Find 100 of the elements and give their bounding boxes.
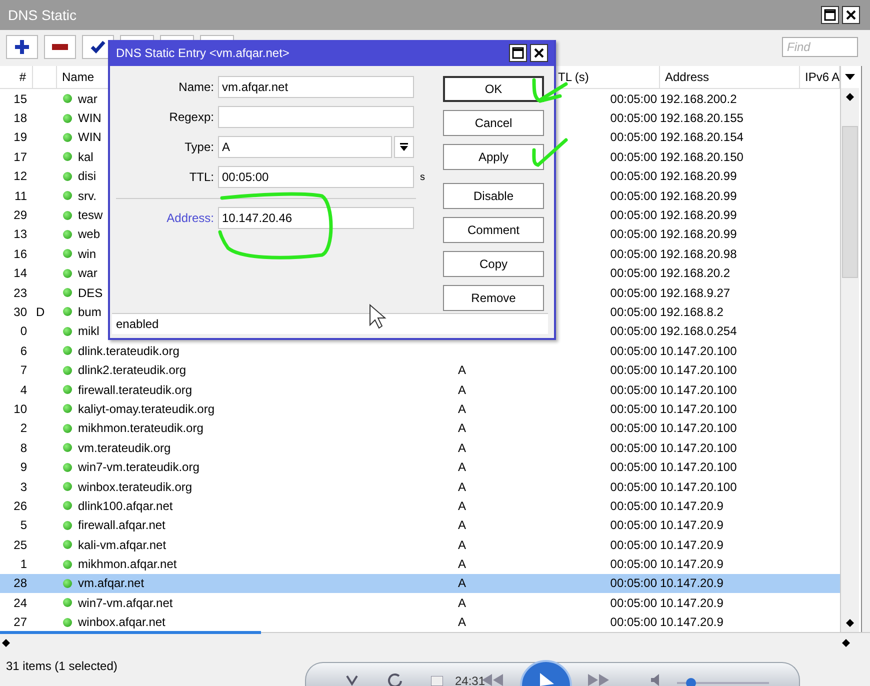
ttl-cell-text: 00:05:00 <box>609 382 658 397</box>
address-cell-text: 10.147.20.9 <box>660 518 724 532</box>
column-header[interactable]: IPv6 A <box>805 70 840 84</box>
ttl-cell-text: 00:05:00 <box>609 286 658 300</box>
dropdown-button[interactable] <box>394 136 414 158</box>
ttl-cell-text: 00:05:00 <box>609 266 658 280</box>
input-field[interactable]: 00:05:00 <box>218 166 414 188</box>
close-button[interactable] <box>842 6 860 24</box>
check-icon <box>90 40 106 54</box>
name-cell: vm.terateudik.org <box>78 440 171 455</box>
name-cell: winbox.terateudik.org <box>78 480 192 494</box>
repeat-icon[interactable] <box>387 672 403 686</box>
address-cell-text: 10.147.20.9 <box>660 538 724 552</box>
ttl-cell-text: 00:05:00 <box>609 440 658 455</box>
dialog-button[interactable]: Cancel <box>443 110 544 136</box>
select-field[interactable]: A <box>218 136 392 158</box>
type-cell-text: A <box>457 480 468 494</box>
address-cell-text: 192.168.20.99 <box>660 169 738 184</box>
type-cell-text: A <box>457 363 468 378</box>
scroll-right-icon[interactable] <box>842 639 850 647</box>
ttl-cell-text: 00:05:00 <box>609 188 658 203</box>
address-cell-text: 192.168.20.99 <box>660 227 738 242</box>
scroll-down-icon[interactable] <box>846 619 854 627</box>
row-number: 30 <box>12 304 28 319</box>
dropdown-icon <box>400 142 408 152</box>
name-cell: web <box>78 227 100 242</box>
row-number: 27 <box>12 615 28 630</box>
name-cell: win <box>78 246 96 261</box>
stop-icon[interactable] <box>431 676 443 686</box>
field-label: Regexp: <box>168 110 215 124</box>
ttl-cell-text: 00:05:00 <box>609 421 658 436</box>
type-cell-text: A <box>457 576 468 590</box>
close-button[interactable] <box>530 44 548 62</box>
row-number: 9 <box>19 460 28 474</box>
add-button[interactable] <box>6 35 38 59</box>
ttl-cell-text: 00:05:00 <box>609 208 658 222</box>
name-cell: bum <box>78 304 102 319</box>
row-number: 26 <box>12 498 28 513</box>
address-cell-text: 192.168.20.98 <box>660 246 738 261</box>
remove-button[interactable] <box>44 35 76 59</box>
volume-icon[interactable] <box>650 674 662 686</box>
time-label: 24:31 <box>455 674 486 686</box>
dialog-title: DNS Static Entry <vm.afqar.net> <box>116 46 290 60</box>
name-cell: DES <box>78 286 103 300</box>
maximize-button[interactable] <box>509 44 527 62</box>
ttl-cell-text: 00:05:00 <box>609 130 658 144</box>
input-field[interactable]: 10.147.20.46 <box>218 207 414 229</box>
row-number: 29 <box>12 208 28 222</box>
type-cell-text: A <box>457 498 468 513</box>
find-field[interactable]: Find <box>782 37 858 57</box>
row-number: 19 <box>12 130 28 144</box>
input-field[interactable] <box>218 106 414 128</box>
address-cell-text: 192.168.9.27 <box>660 286 732 300</box>
maximize-button[interactable] <box>821 6 839 24</box>
close-icon <box>845 9 857 21</box>
column-header[interactable]: Name <box>62 66 94 88</box>
ttl-cell-text: 00:05:00 <box>609 111 658 126</box>
ttl-cell-text: 00:05:00 <box>609 246 658 261</box>
row-number: 4 <box>19 382 28 397</box>
column-header[interactable]: Address <box>665 70 710 84</box>
column-header[interactable]: # <box>19 70 26 84</box>
type-cell-text: A <box>457 402 468 416</box>
ttl-cell-text: 00:05:00 <box>609 92 658 106</box>
ttl-cell-text: 00:05:00 <box>609 538 658 552</box>
column-menu-icon[interactable] <box>845 73 855 81</box>
name-cell: kaliyt-omay.terateudik.org <box>78 402 214 416</box>
dialog-button[interactable]: Disable <box>443 183 544 209</box>
row-number: 28 <box>12 576 28 590</box>
name-cell: win7-vm.terateudik.org <box>78 460 200 474</box>
row-number: 0 <box>19 324 28 338</box>
scrollbar-thumb[interactable] <box>842 126 858 278</box>
volume-slider[interactable] <box>677 678 769 686</box>
scroll-up-icon[interactable] <box>846 93 854 101</box>
dialog-button[interactable]: Copy <box>443 251 544 277</box>
field-label: Name: <box>178 80 215 94</box>
row-number: 3 <box>19 480 28 494</box>
row-number: 12 <box>12 169 28 184</box>
dialog-button[interactable]: OK <box>443 76 544 102</box>
scroll-left-icon[interactable] <box>2 639 10 647</box>
ttl-cell-text: 00:05:00 <box>609 363 658 378</box>
row-number: 2 <box>19 421 28 436</box>
dialog-button[interactable]: Comment <box>443 217 544 243</box>
name-cell: mikhmon.afqar.net <box>78 557 177 572</box>
next-icon[interactable] <box>587 674 611 686</box>
dialog-button[interactable]: Apply <box>443 144 544 170</box>
type-cell-text: A <box>457 460 468 474</box>
address-cell-text: 192.168.8.2 <box>660 304 724 319</box>
play-button[interactable] <box>520 658 572 686</box>
dialog-button[interactable]: Remove <box>443 285 544 311</box>
row-number: 11 <box>14 188 28 203</box>
type-cell-text: A <box>457 538 468 552</box>
address-cell-text: 10.147.20.100 <box>660 363 738 378</box>
input-field[interactable]: vm.afqar.net <box>218 76 414 98</box>
address-cell-text: 10.147.20.100 <box>660 402 738 416</box>
ttl-cell-text: 00:05:00 <box>609 615 658 630</box>
row-number: 17 <box>12 150 28 164</box>
address-cell-text: 192.168.0.254 <box>660 324 738 338</box>
address-cell-text: 10.147.20.9 <box>660 615 724 630</box>
column-header[interactable]: TL (s) <box>558 70 589 84</box>
row-number: 14 <box>12 266 28 280</box>
